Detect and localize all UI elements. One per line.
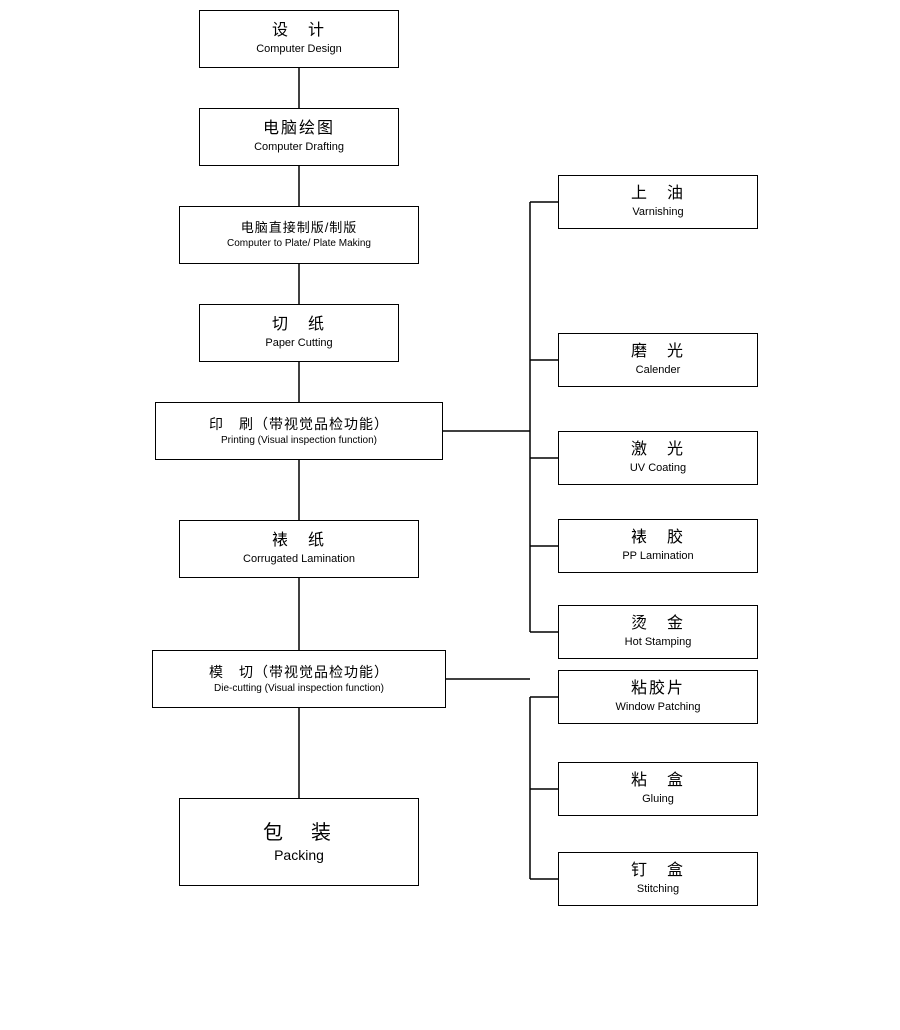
pp-lamination-node: 裱 胶 PP Lamination	[558, 519, 758, 573]
pp-lamination-en: PP Lamination	[622, 549, 693, 563]
process-diagram: 设 计 Computer Design 电脑绘图 Computer Drafti…	[0, 0, 900, 1030]
calender-node: 磨 光 Calender	[558, 333, 758, 387]
calender-cn: 磨 光	[631, 342, 685, 363]
corrugated-cn: 裱 纸	[272, 531, 326, 552]
plate-making-cn: 电脑直接制版/制版	[241, 220, 358, 237]
plate-making-node: 电脑直接制版/制版 Computer to Plate/ Plate Makin…	[179, 206, 419, 264]
connector-lines	[0, 0, 900, 1030]
stitching-en: Stitching	[637, 882, 679, 896]
hot-stamping-node: 烫 金 Hot Stamping	[558, 605, 758, 659]
printing-cn: 印 刷（带视觉品检功能）	[209, 415, 389, 433]
hot-stamping-en: Hot Stamping	[625, 635, 692, 649]
packing-node: 包 装 Packing	[179, 798, 419, 886]
printing-en: Printing (Visual inspection function)	[221, 434, 377, 447]
window-patching-node: 粘胶片 Window Patching	[558, 670, 758, 724]
computer-design-node: 设 计 Computer Design	[199, 10, 399, 68]
stitching-node: 钉 盒 Stitching	[558, 852, 758, 906]
varnishing-node: 上 油 Varnishing	[558, 175, 758, 229]
packing-cn: 包 装	[263, 820, 335, 846]
die-cutting-en: Die-cutting (Visual inspection function)	[214, 682, 384, 695]
window-patching-en: Window Patching	[616, 700, 701, 714]
computer-design-cn: 设 计	[272, 21, 326, 42]
gluing-cn: 粘 盒	[631, 771, 685, 792]
paper-cutting-node: 切 纸 Paper Cutting	[199, 304, 399, 362]
uv-coating-cn: 激 光	[631, 440, 685, 461]
uv-coating-en: UV Coating	[630, 461, 686, 475]
computer-design-en: Computer Design	[256, 42, 342, 56]
paper-cutting-cn: 切 纸	[272, 315, 326, 336]
varnishing-en: Varnishing	[632, 205, 683, 219]
computer-drafting-node: 电脑绘图 Computer Drafting	[199, 108, 399, 166]
pp-lamination-cn: 裱 胶	[631, 528, 685, 549]
varnishing-cn: 上 油	[631, 184, 685, 205]
die-cutting-node: 模 切（带视觉品检功能） Die-cutting (Visual inspect…	[152, 650, 446, 708]
printing-node: 印 刷（带视觉品检功能） Printing (Visual inspection…	[155, 402, 443, 460]
corrugated-en: Corrugated Lamination	[243, 552, 355, 566]
corrugated-node: 裱 纸 Corrugated Lamination	[179, 520, 419, 578]
calender-en: Calender	[636, 363, 681, 377]
paper-cutting-en: Paper Cutting	[265, 336, 332, 350]
computer-drafting-cn: 电脑绘图	[263, 119, 335, 140]
plate-making-en: Computer to Plate/ Plate Making	[227, 237, 371, 250]
gluing-en: Gluing	[642, 792, 674, 806]
stitching-cn: 钉 盒	[631, 861, 685, 882]
hot-stamping-cn: 烫 金	[631, 614, 685, 635]
uv-coating-node: 激 光 UV Coating	[558, 431, 758, 485]
packing-en: Packing	[274, 846, 324, 864]
gluing-node: 粘 盒 Gluing	[558, 762, 758, 816]
computer-drafting-en: Computer Drafting	[254, 140, 344, 154]
die-cutting-cn: 模 切（带视觉品检功能）	[209, 663, 389, 681]
window-patching-cn: 粘胶片	[631, 679, 685, 700]
